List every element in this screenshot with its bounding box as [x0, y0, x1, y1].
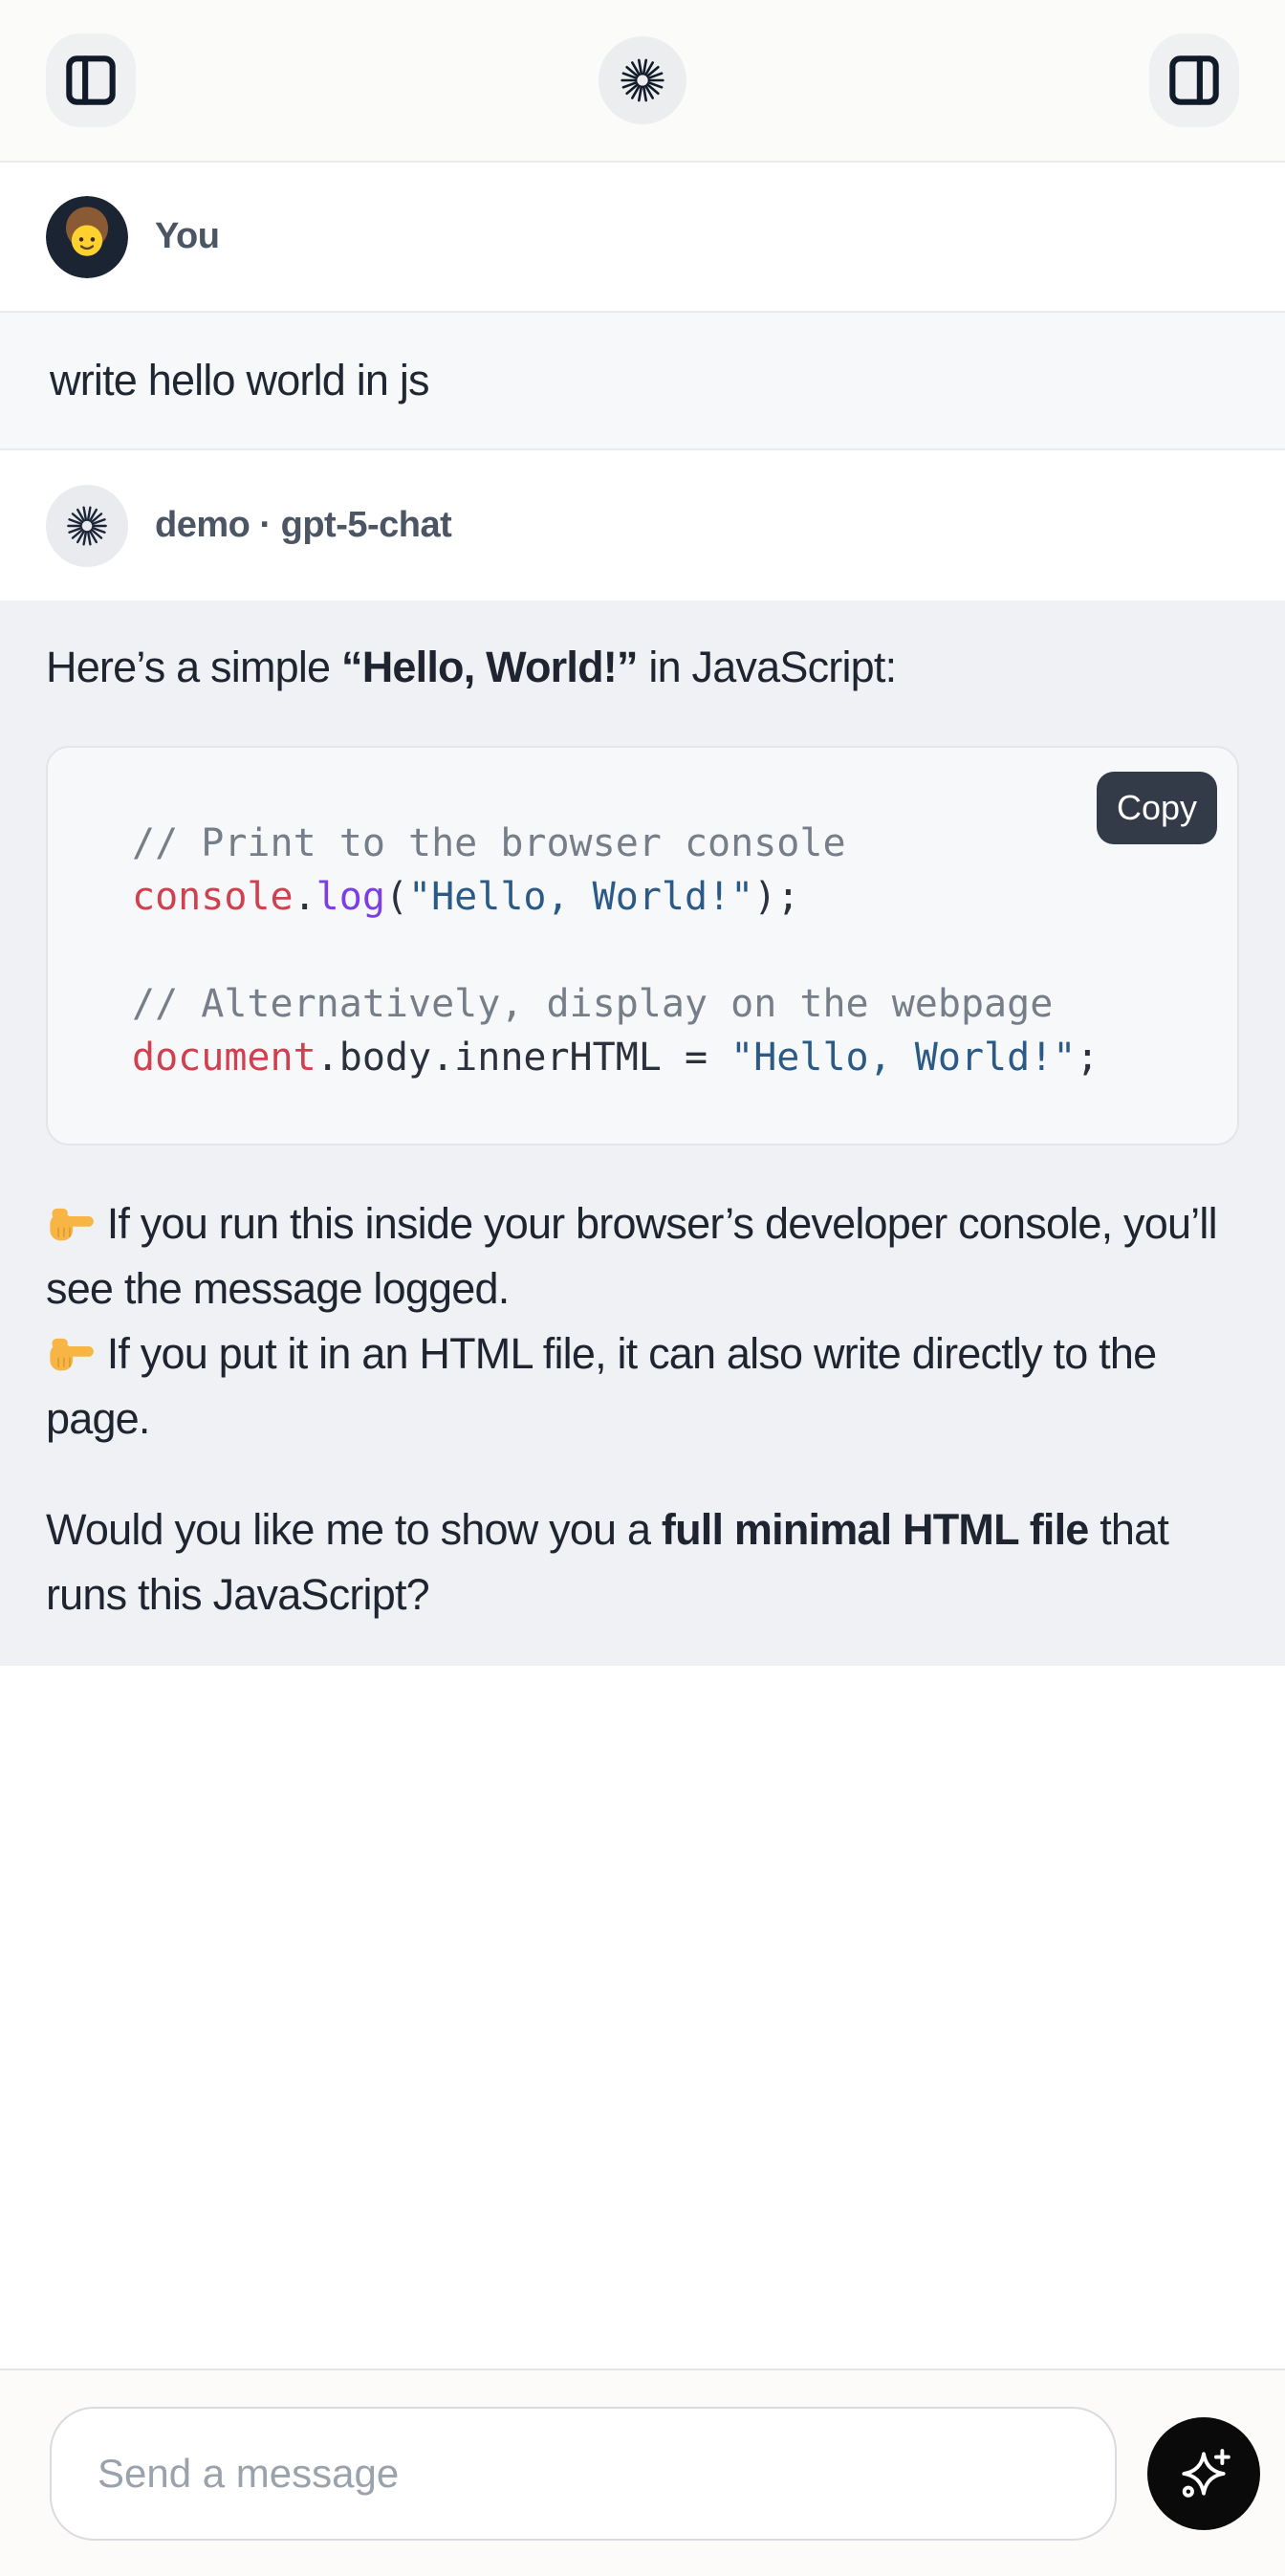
- conversation: You write hello world in js demo · gpt-5…: [0, 163, 1285, 2369]
- assistant-paragraph: Here’s a simple “Hello, World!” in JavaS…: [46, 635, 1239, 700]
- top-bar: [0, 0, 1285, 163]
- sparkle-icon: [1174, 2444, 1233, 2503]
- user-message-header: You: [0, 163, 1285, 311]
- starburst-logo-icon: [65, 504, 109, 548]
- user-message-text: write hello world in js: [50, 356, 429, 405]
- assistant-paragraph: Would you like me to show you a full min…: [46, 1497, 1239, 1627]
- chat-app: You write hello world in js demo · gpt-5…: [0, 0, 1285, 2576]
- panel-right-icon: [1164, 50, 1225, 111]
- pointing-right-emoji-icon: [46, 1328, 96, 1378]
- assistant-message: Here’s a simple “Hello, World!” in JavaS…: [0, 600, 1285, 1666]
- pointing-right-emoji-icon: [46, 1198, 96, 1248]
- send-button[interactable]: [1147, 2417, 1260, 2530]
- user-message: write hello world in js: [0, 311, 1285, 450]
- panel-right-toggle-button[interactable]: [1149, 33, 1239, 127]
- code-block: Copy // Print to the browser consolecons…: [46, 746, 1239, 1146]
- user-avatar: [46, 196, 128, 278]
- model-logo-button[interactable]: [599, 36, 686, 124]
- copy-button[interactable]: Copy: [1097, 772, 1217, 844]
- assistant-message-header: demo · gpt-5-chat: [0, 450, 1285, 600]
- user-label: You: [155, 216, 219, 257]
- assistant-paragraph: If you run this inside your browser’s de…: [46, 1191, 1239, 1452]
- message-input[interactable]: [50, 2407, 1117, 2541]
- sidebar-toggle-button[interactable]: [46, 33, 136, 127]
- code-content: // Print to the browser consoleconsole.l…: [132, 817, 1199, 1084]
- starburst-logo-icon: [619, 56, 666, 104]
- panel-left-icon: [60, 50, 121, 111]
- assistant-avatar: [46, 485, 128, 567]
- assistant-model-label: demo · gpt-5-chat: [155, 505, 451, 546]
- person-emoji-avatar-icon: [46, 196, 128, 278]
- composer-bar: [0, 2369, 1285, 2576]
